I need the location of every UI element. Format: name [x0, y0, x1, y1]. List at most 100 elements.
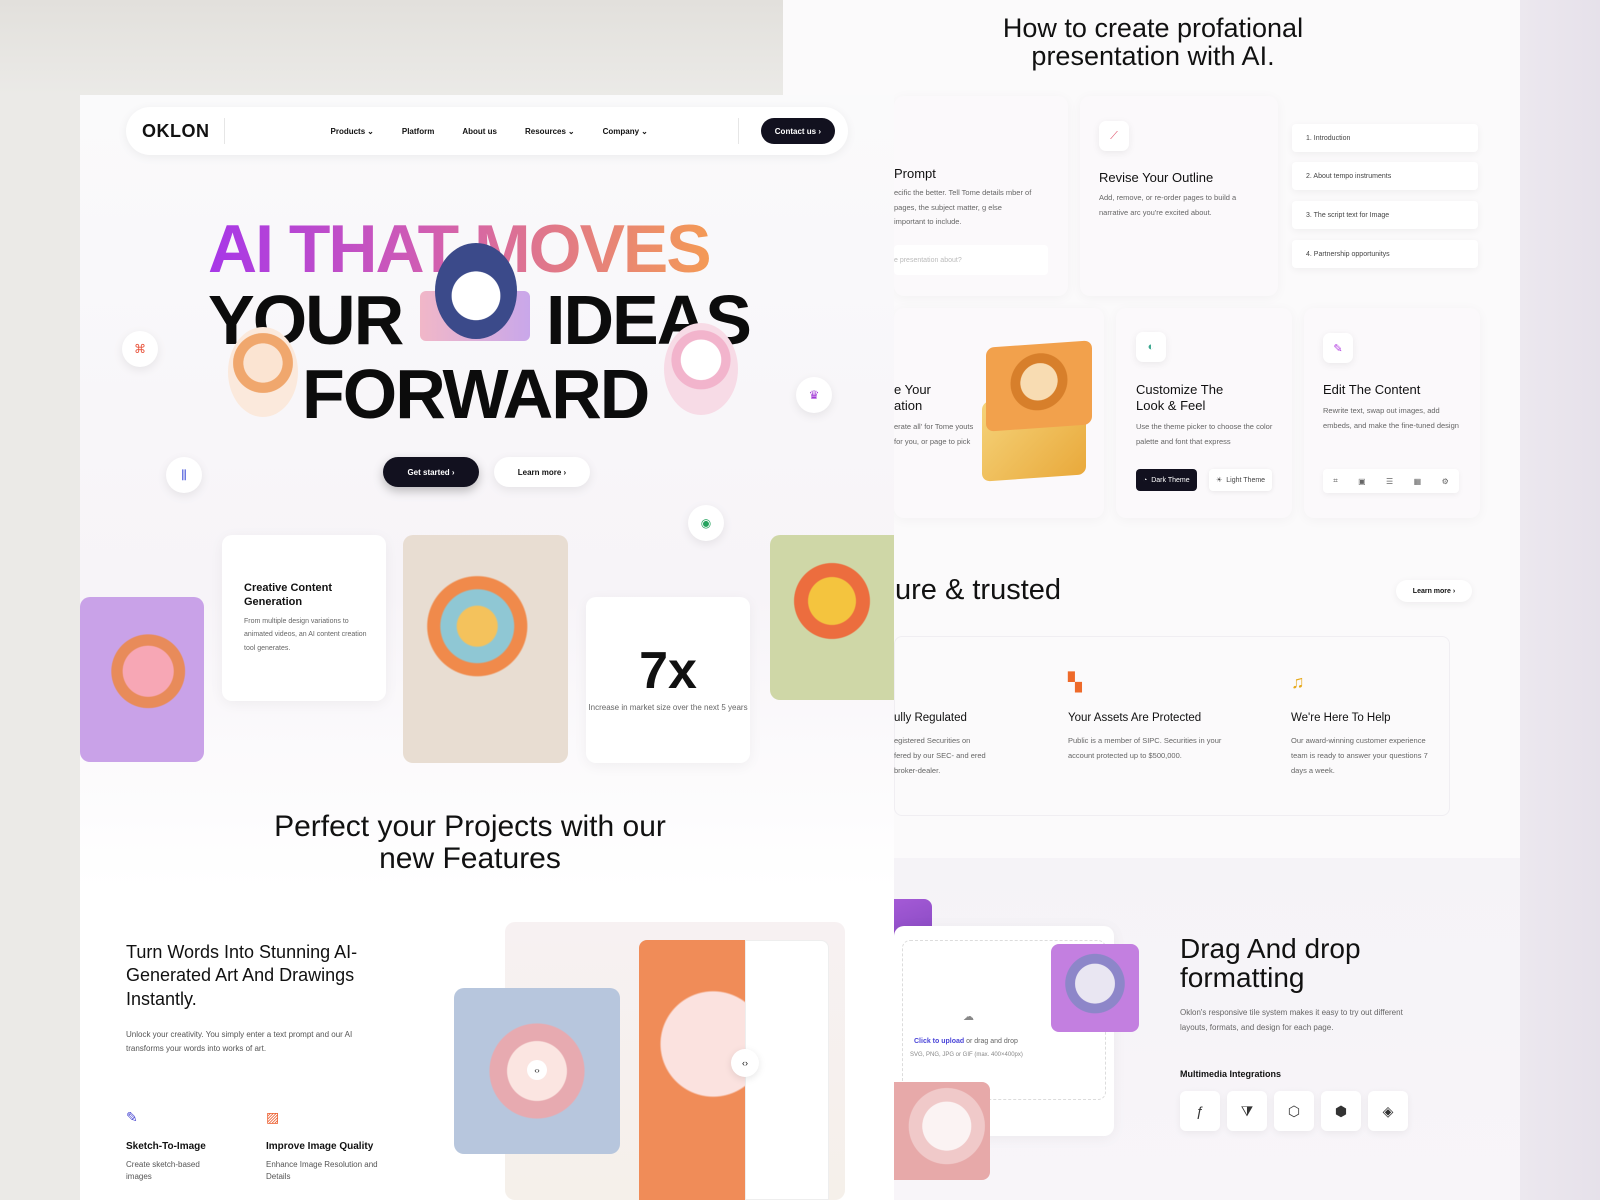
dragdrop-title: Drag And drop formatting [1180, 933, 1361, 994]
quality-title: Improve Image Quality [266, 1141, 374, 1152]
dd-image-tiger [1051, 944, 1139, 1032]
edit-title: Edit The Content [1323, 382, 1421, 397]
sketch-text: Create sketch-based images [126, 1160, 200, 1181]
chevron-down-icon: ⌄ [367, 126, 374, 136]
frame-icon[interactable]: ⌗ [1333, 476, 1338, 486]
nav-label: Company [602, 126, 640, 136]
prompt-input-placeholder: e presentation about? [894, 257, 962, 264]
dark-theme-button[interactable]: ◔ Dark Theme [1136, 469, 1197, 491]
secure-panel [894, 636, 1450, 816]
feature-text: Unlock your creativity. You simply enter… [126, 1030, 353, 1054]
backdrop-strip [0, 95, 80, 1200]
crown-icon[interactable]: ♛ [796, 377, 832, 413]
customize-text: Use the theme picker to choose the color… [1136, 422, 1273, 446]
creative-card: Creative Content Generation From multipl… [222, 535, 386, 701]
stat-card: 7x Increase in market size over the next… [586, 597, 750, 763]
landing-page: OKLON Products ⌄ Platform About us Resour… [80, 95, 894, 1200]
nav-item-resources[interactable]: Resources ⌄ [525, 127, 575, 136]
nav-label: About us [462, 126, 497, 136]
pencil-icon: ✎ [1323, 333, 1353, 363]
kitten-mascot [664, 323, 738, 415]
dragdrop-text: Oklon's responsive tile system makes it … [1180, 1008, 1403, 1033]
prompt-title: Prompt [894, 166, 936, 181]
stat-value: 7x [639, 642, 697, 700]
nav-label: Resources [525, 126, 566, 136]
top-nav: OKLON Products ⌄ Platform About us Resour… [126, 107, 848, 155]
compare-slider-handle[interactable]: ‹› [527, 1060, 547, 1080]
secure-heading: ure & trusted [895, 574, 1062, 606]
image-icon[interactable]: ▣ [1358, 477, 1366, 486]
light-theme-button[interactable]: ☀ Light Theme [1209, 469, 1273, 491]
command-icon[interactable]: ⌘ [122, 331, 158, 367]
layout-image-front [986, 340, 1092, 432]
upload-text: Click to upload or drag and drop [914, 1038, 1018, 1045]
prompt-text: ecific the better. Tell Tome details mbe… [894, 188, 1032, 227]
right-edge [1520, 0, 1600, 1200]
creative-title: Creative Content Generation [244, 582, 333, 609]
edit-toolbar: ⌗ ▣ ☰ ▦ ⚙ [1323, 469, 1459, 493]
settings-icon[interactable]: ⚙ [1442, 477, 1449, 486]
image-enhance-icon: ▨ [266, 1109, 280, 1125]
trust-text-help: Our award-winning customer experience te… [1291, 736, 1428, 775]
chevron-down-icon: ⌄ [641, 126, 648, 136]
html5-icon[interactable]: ⬡ [1274, 1091, 1314, 1131]
grid-icon[interactable]: ▦ [1414, 477, 1422, 486]
dark-theme-label: Dark Theme [1151, 476, 1190, 484]
right-page-title: How to create profational presentation w… [1002, 13, 1304, 72]
learn-more-button[interactable]: Learn more › [494, 457, 590, 487]
framer-icon[interactable]: ⧩ [1227, 1091, 1267, 1131]
tiger-compare-card [639, 940, 745, 1200]
backdrop [0, 0, 783, 95]
feature-title: Turn Words Into Stunning AI-Generated Ar… [126, 942, 358, 1009]
contact-button[interactable]: Contact us › [760, 118, 836, 144]
stat-text: Increase in market size over the next 5 … [588, 703, 748, 712]
nav-item-platform[interactable]: Platform [402, 127, 434, 136]
outline-item[interactable]: 2. About tempo instruments [1292, 162, 1478, 190]
signal-icon[interactable]: ◉ [688, 505, 724, 541]
nav-label: Platform [401, 126, 435, 136]
layout-text: erate all' for Tome youts for you, or pa… [894, 422, 974, 446]
chevron-down-icon: ⌄ [567, 126, 575, 136]
figma-icon[interactable]: ƒ [1180, 1091, 1220, 1131]
integrations-label: Multimedia Integrations [1180, 1069, 1282, 1079]
list-icon[interactable]: ☰ [1386, 477, 1393, 486]
layout-title: e Your ation [894, 382, 931, 414]
outline-item[interactable]: 4. Partnership opportunitys [1292, 240, 1478, 268]
sketch-title: Sketch-To-Image [126, 1141, 206, 1152]
get-started-button[interactable]: Get started › [383, 457, 479, 487]
tiger-mascot [228, 327, 298, 417]
nav-item-about[interactable]: About us [462, 127, 497, 136]
hero-line-3: FORWARD [302, 355, 650, 433]
outline-item[interactable]: 1. Introduction [1292, 124, 1478, 152]
wand-icon: ⟋ [1099, 121, 1129, 151]
trust-title-help: We're Here To Help [1291, 712, 1391, 724]
quality-text: Enhance Image Resolution and Details [266, 1160, 378, 1181]
nav-item-products[interactable]: Products ⌄ [331, 127, 374, 136]
secure-learn-more-button[interactable]: Learn more › [1396, 580, 1472, 602]
dd-image-kitten [894, 1082, 990, 1180]
outline-item[interactable]: 3. The script text for Image [1292, 201, 1478, 229]
nav-divider [737, 118, 739, 144]
upload-rest: or drag and drop [964, 1038, 1018, 1045]
upload-icon: ☁ [963, 1011, 974, 1023]
compare-slider-handle[interactable]: ‹› [731, 1049, 759, 1077]
edit-text: Rewrite text, swap out images, add embed… [1323, 406, 1459, 430]
outline-text: Add, remove, or re-order pages to build … [1099, 193, 1237, 217]
contrast-icon: ◐ [1136, 332, 1166, 362]
sketch-icon: ✎ [126, 1109, 138, 1125]
nav-label: Products [330, 126, 366, 136]
trust-text-assets: Public is a member of SIPC. Securities i… [1068, 736, 1222, 760]
upload-link[interactable]: Click to upload [914, 1038, 964, 1045]
logo[interactable]: OKLON [142, 121, 210, 142]
nav-item-company[interactable]: Company ⌄ [603, 127, 648, 136]
prompt-input[interactable]: e presentation about? [894, 245, 1048, 275]
dropbox-icon[interactable]: ◈ [1368, 1091, 1408, 1131]
nav-links: Products ⌄ Platform About us Resources ⌄ C… [331, 127, 648, 136]
columns-icon[interactable]: ⫼ [166, 457, 202, 493]
nav-divider [223, 118, 225, 144]
tiger-sketch-card [745, 940, 829, 1200]
trust-text-regulated: egistered Securities on fered by our SEC… [894, 736, 986, 775]
headset-icon: ♫ [1291, 672, 1305, 692]
javascript-icon[interactable]: ⬢ [1321, 1091, 1361, 1131]
creative-text: From multiple design variations to anima… [244, 618, 367, 652]
